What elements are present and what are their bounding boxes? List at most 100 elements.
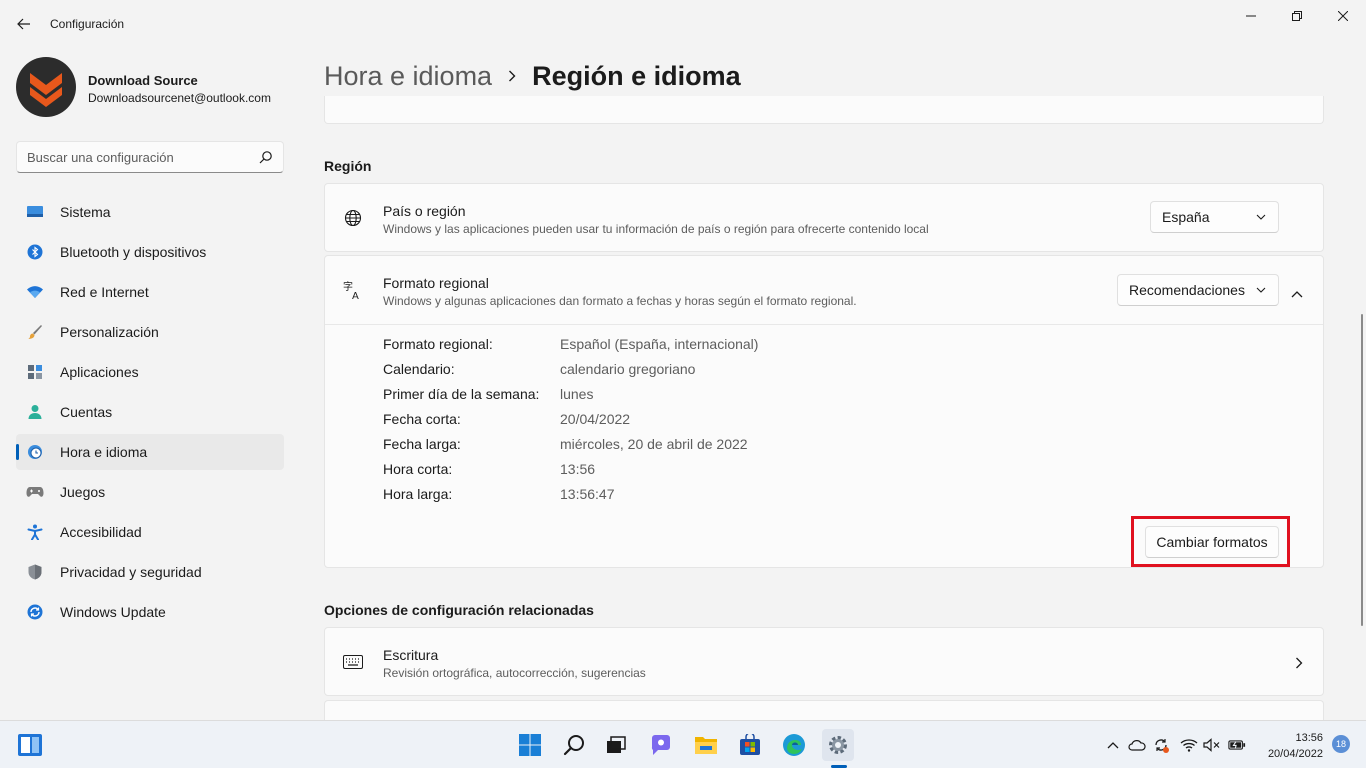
- avatar: [16, 57, 76, 117]
- chevron-up-icon[interactable]: [1104, 736, 1122, 754]
- edge-icon: [783, 734, 805, 756]
- search-icon: [563, 735, 584, 756]
- back-button[interactable]: [10, 10, 38, 38]
- search-icon[interactable]: [259, 150, 273, 164]
- next-card[interactable]: [324, 700, 1324, 722]
- search-box[interactable]: [16, 141, 284, 173]
- wifi-icon: [26, 284, 44, 300]
- keyboard-icon: [343, 652, 363, 672]
- svg-text:A: A: [352, 291, 359, 300]
- format-detail-label: Calendario:: [383, 361, 455, 377]
- sidebar-item-label: Aplicaciones: [60, 364, 139, 380]
- format-detail-value: 13:56:47: [560, 486, 615, 502]
- taskbar-search-button[interactable]: [558, 729, 590, 761]
- typing-card[interactable]: Escritura Revisión ortográfica, autocorr…: [324, 627, 1324, 696]
- regional-format-dropdown[interactable]: Recomendaciones: [1117, 274, 1279, 306]
- profile-email: Downloadsourcenet@outlook.com: [88, 91, 271, 105]
- scrollbar[interactable]: [1361, 314, 1363, 626]
- maximize-button[interactable]: [1274, 0, 1320, 32]
- regional-format-value: Recomendaciones: [1129, 282, 1245, 298]
- sidebar-item-label: Red e Internet: [60, 284, 149, 300]
- app-title: Configuración: [50, 17, 125, 31]
- typing-description: Revisión ortográfica, autocorrección, su…: [383, 666, 646, 680]
- gamepad-icon: [26, 484, 44, 500]
- taskbar-date[interactable]: 20/04/2022: [1268, 748, 1323, 760]
- chevron-up-icon[interactable]: [1291, 285, 1303, 303]
- close-button[interactable]: [1320, 0, 1366, 32]
- start-button[interactable]: [514, 729, 546, 761]
- battery-charging-icon[interactable]: [1228, 736, 1246, 754]
- country-region-card: País o región Windows y las aplicaciones…: [324, 183, 1324, 252]
- regional-format-description: Windows y algunas aplicaciones dan forma…: [383, 294, 857, 308]
- sidebar-item-cuentas[interactable]: Cuentas: [16, 394, 284, 430]
- sidebar-item-label: Sistema: [60, 204, 111, 220]
- search-input[interactable]: [27, 142, 247, 172]
- format-detail-value: 20/04/2022: [560, 411, 631, 427]
- user-profile[interactable]: Download Source Downloadsourcenet@outloo…: [16, 57, 286, 117]
- shield-icon: [26, 564, 44, 580]
- notification-badge[interactable]: 18: [1332, 735, 1350, 753]
- system-icon: [26, 204, 44, 220]
- store-icon: [740, 734, 760, 755]
- edge-browser-button[interactable]: [778, 729, 810, 761]
- country-region-dropdown[interactable]: España: [1150, 201, 1279, 233]
- sidebar-item-personalizacion[interactable]: Personalización: [16, 314, 284, 350]
- sidebar-item-label: Windows Update: [60, 604, 166, 620]
- chat-icon: [651, 735, 670, 755]
- country-region-description: Windows y las aplicaciones pueden usar t…: [383, 222, 929, 236]
- highlight-box: [1131, 516, 1290, 567]
- sidebar-item-label: Cuentas: [60, 404, 113, 420]
- globe-icon: [343, 208, 363, 228]
- teams-chat-button[interactable]: [645, 729, 677, 761]
- breadcrumb-parent[interactable]: Hora e idioma: [324, 61, 492, 92]
- update-icon: [26, 604, 44, 620]
- format-detail-label: Primer día de la semana:: [383, 386, 540, 402]
- widgets-icon: [18, 734, 42, 756]
- chevron-right-icon: [508, 70, 516, 82]
- format-detail-value: calendario gregoriano: [560, 361, 696, 377]
- sidebar-item-red[interactable]: Red e Internet: [16, 274, 284, 310]
- sidebar-item-label: Juegos: [60, 484, 106, 500]
- format-detail-label: Formato regional:: [383, 336, 493, 352]
- folder-icon: [695, 737, 717, 754]
- windows-logo-icon: [519, 734, 541, 756]
- country-region-title: País o región: [383, 203, 466, 219]
- settings-app-button[interactable]: [822, 729, 854, 761]
- download-source-logo-icon: [30, 73, 62, 107]
- regional-format-title: Formato regional: [383, 275, 489, 291]
- sidebar-item-juegos[interactable]: Juegos: [16, 474, 284, 510]
- sidebar-item-label: Privacidad y seguridad: [60, 564, 202, 580]
- format-detail-label: Fecha corta:: [383, 411, 461, 427]
- close-icon: [1338, 11, 1348, 21]
- wifi-icon[interactable]: [1180, 736, 1198, 754]
- microsoft-store-button[interactable]: [734, 729, 766, 761]
- format-detail-value: Español (España, internacional): [560, 336, 759, 352]
- sidebar-item-sistema[interactable]: Sistema: [16, 194, 284, 230]
- chevron-down-icon: [1256, 214, 1266, 220]
- widgets-button[interactable]: [14, 729, 46, 761]
- volume-muted-icon[interactable]: [1203, 736, 1221, 754]
- sidebar-item-label: Hora e idioma: [60, 444, 148, 460]
- back-arrow-icon: [17, 18, 30, 30]
- sync-icon[interactable]: [1152, 736, 1170, 754]
- sidebar-item-bluetooth[interactable]: Bluetooth y dispositivos: [16, 234, 284, 270]
- regional-format-header[interactable]: 字A Formato regional Windows y algunas ap…: [325, 256, 1323, 324]
- page-title: Región e idioma: [532, 60, 741, 91]
- minimize-button[interactable]: [1228, 0, 1274, 32]
- sidebar-item-windows-update[interactable]: Windows Update: [16, 594, 284, 630]
- sidebar-item-accesibilidad[interactable]: Accesibilidad: [16, 514, 284, 550]
- sidebar-item-aplicaciones[interactable]: Aplicaciones: [16, 354, 284, 390]
- task-view-button[interactable]: [600, 729, 632, 761]
- profile-name: Download Source: [88, 73, 198, 88]
- format-detail-value: 13:56: [560, 461, 596, 477]
- gear-icon: [829, 736, 847, 754]
- chevron-down-icon: [1256, 287, 1266, 293]
- task-view-icon: [607, 736, 626, 753]
- format-detail-label: Hora larga:: [383, 486, 453, 502]
- file-explorer-button[interactable]: [690, 729, 722, 761]
- taskbar: 13:56 20/04/2022: [0, 720, 1366, 768]
- taskbar-time[interactable]: 13:56: [1295, 732, 1323, 744]
- sidebar-item-hora-idioma[interactable]: Hora e idioma: [16, 434, 284, 470]
- sidebar-item-privacidad[interactable]: Privacidad y seguridad: [16, 554, 284, 590]
- onedrive-icon[interactable]: [1128, 736, 1146, 754]
